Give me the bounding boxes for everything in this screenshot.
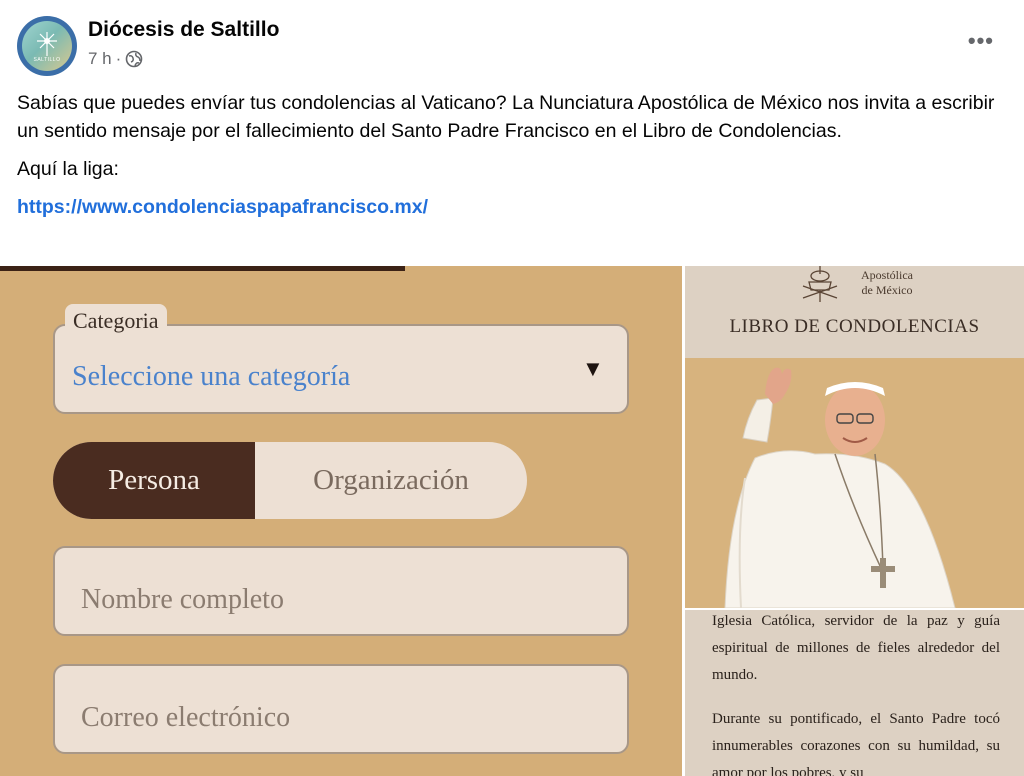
post-body: Sabías que puedes envíar tus condolencia…	[17, 89, 1007, 231]
email-placeholder: Correo electrónico	[81, 702, 291, 733]
globe-icon	[126, 50, 143, 68]
dropdown-arrow-icon[interactable]: ▼	[582, 356, 604, 382]
type-toggle[interactable]: Persona Organización	[53, 442, 527, 519]
book-paragraph: Iglesia Católica, servidor de la paz y g…	[712, 613, 1000, 683]
condolences-link[interactable]: https://www.condolenciaspapafrancisco.mx…	[17, 196, 428, 218]
toggle-persona[interactable]: Persona	[53, 442, 255, 519]
meta-separator: ·	[115, 49, 122, 68]
nunciature-caption: Apostólica de México	[861, 268, 913, 298]
post-image-collage[interactable]: Categoria Seleccione una categoría ▼ Per…	[0, 266, 1024, 776]
post-time[interactable]: 7 h	[88, 49, 112, 69]
cross-icon	[37, 32, 57, 56]
crest-icon	[802, 266, 838, 302]
book-paragraph: Durante su pontificado, el Santo Padre t…	[712, 711, 1000, 776]
book-header: Apostólica de México LIBRO DE CONDOLENCI…	[685, 266, 1024, 358]
post-paragraph: Aquí la liga:	[17, 158, 119, 180]
category-label: Categoria	[65, 304, 167, 338]
diocese-logo: SALTILLO	[22, 21, 72, 71]
book-title: LIBRO DE CONDOLENCIAS	[729, 316, 980, 337]
email-field[interactable]: Correo electrónico	[53, 664, 629, 754]
full-name-placeholder: Nombre completo	[81, 584, 284, 615]
post-paragraph: Sabías que puedes envíar tus condolencia…	[17, 92, 995, 142]
page-name-link[interactable]: Diócesis de Saltillo	[88, 18, 279, 42]
form-screenshot: Categoria Seleccione una categoría ▼ Per…	[0, 266, 682, 776]
toggle-organizacion[interactable]: Organización	[255, 442, 527, 519]
pope-illustration	[724, 367, 956, 608]
category-value[interactable]: Seleccione una categoría	[72, 361, 350, 393]
nunciature-line: Apostólica	[861, 268, 913, 282]
top-bar	[0, 266, 405, 271]
full-name-field[interactable]: Nombre completo	[53, 546, 629, 636]
nunciature-line: de México	[861, 283, 913, 297]
pope-photo	[685, 358, 1024, 608]
post-meta: 7 h ·	[88, 49, 143, 69]
avatar-caption: SALTILLO	[33, 57, 61, 63]
book-text: Iglesia Católica, servidor de la paz y g…	[685, 610, 1024, 776]
page-avatar[interactable]: SALTILLO	[17, 16, 77, 76]
more-options-icon[interactable]: •••	[968, 28, 994, 54]
